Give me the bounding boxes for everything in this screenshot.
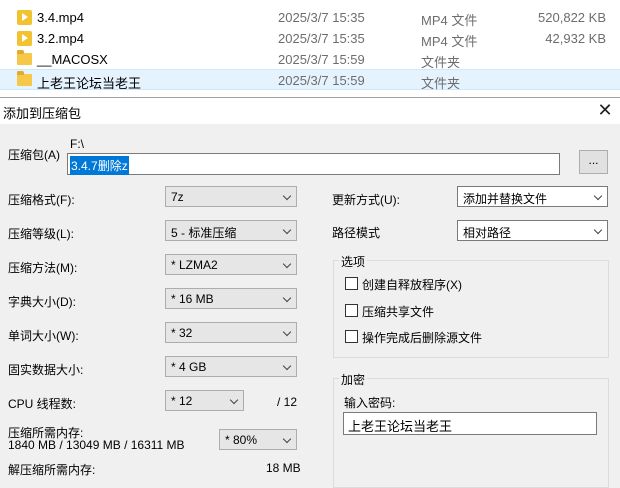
file-row-selected[interactable]: 上老王论坛当老王 2025/3/7 15:59 文件夹: [0, 69, 620, 91]
file-name: 上老王论坛当老王: [37, 76, 142, 91]
chevron-down-icon[interactable]: [284, 295, 291, 302]
options-group-title: 选项: [339, 253, 368, 270]
cpu-threads-value: * 12: [171, 394, 193, 408]
archive-name-selected-text[interactable]: 3.4.7删除z: [70, 156, 129, 175]
memory-usage-select[interactable]: * 80%: [219, 429, 297, 450]
chevron-down-icon[interactable]: [231, 397, 238, 404]
folder-icon: [17, 71, 32, 86]
sfx-checkbox-label[interactable]: 创建自释放程序(X): [362, 276, 462, 293]
cpu-threads-label: CPU 线程数:: [8, 397, 77, 411]
password-label: 输入密码:: [344, 396, 396, 410]
file-name: 3.4.mp4: [37, 10, 84, 25]
path-mode-select[interactable]: 相对路径: [457, 220, 608, 241]
folder-icon: [17, 50, 32, 65]
method-select[interactable]: * LZMA2: [165, 254, 297, 275]
browse-button[interactable]: ...: [579, 150, 608, 174]
file-row[interactable]: 3.2.mp4 2025/3/7 15:35 MP4 文件 42,932 KB: [0, 28, 620, 49]
level-value: 5 - 标准压缩: [171, 226, 237, 240]
chevron-down-icon[interactable]: [284, 227, 291, 234]
update-mode-value: 添加并替换文件: [463, 192, 548, 206]
file-row[interactable]: __MACOSX 2025/3/7 15:59 文件夹: [0, 49, 620, 70]
dict-size-select[interactable]: * 16 MB: [165, 288, 297, 309]
file-name: __MACOSX: [37, 52, 108, 67]
method-value: * LZMA2: [171, 258, 218, 272]
archive-label: 压缩包(A): [8, 148, 60, 162]
chevron-down-icon[interactable]: [284, 436, 291, 443]
memory-usage-value: * 80%: [225, 433, 258, 447]
sfx-checkbox[interactable]: [345, 277, 358, 290]
memory-detail: 1840 MB / 13049 MB / 16311 MB: [8, 438, 185, 452]
chevron-down-icon[interactable]: [284, 329, 291, 336]
format-label: 压缩格式(F):: [8, 193, 75, 207]
solid-size-label: 固实数据大小:: [8, 363, 84, 377]
cpu-threads-max: / 12: [277, 395, 298, 409]
chevron-down-icon[interactable]: [284, 363, 291, 370]
file-explorer-list: 3.4.mp4 2025/3/7 15:35 MP4 文件 520,822 KB…: [0, 0, 620, 97]
update-mode-select[interactable]: 添加并替换文件: [457, 186, 608, 207]
password-input-value: 上老王论坛当老王: [348, 419, 453, 434]
decompress-memory-label: 解压缩所需内存:: [8, 463, 96, 477]
path-mode-label: 路径模式: [332, 226, 381, 240]
word-size-label: 单词大小(W):: [8, 329, 79, 343]
video-file-icon: [17, 31, 32, 46]
word-size-value: * 32: [171, 326, 193, 340]
file-date: 2025/3/7 15:59: [278, 73, 365, 88]
close-button[interactable]: ✕: [590, 98, 620, 124]
level-select[interactable]: 5 - 标准压缩: [165, 220, 297, 241]
delete-after-checkbox-label[interactable]: 操作完成后删除源文件: [362, 329, 482, 346]
solid-size-select[interactable]: * 4 GB: [165, 356, 297, 377]
archive-name-combobox[interactable]: 3.4.7删除z: [67, 153, 560, 175]
solid-size-value: * 4 GB: [171, 360, 207, 374]
file-row[interactable]: 3.4.mp4 2025/3/7 15:35 MP4 文件 520,822 KB: [0, 7, 620, 28]
decompress-memory-value: 18 MB: [266, 461, 301, 475]
password-input[interactable]: 上老王论坛当老王: [343, 412, 597, 435]
format-value: 7z: [171, 190, 184, 204]
add-to-archive-dialog: 添加到压缩包 ✕ 压缩包(A) F:\ 3.4.7删除z ... 压缩格式(F)…: [0, 97, 620, 488]
cpu-threads-select[interactable]: * 12: [165, 390, 244, 411]
format-select[interactable]: 7z: [165, 186, 297, 207]
file-name: 3.2.mp4: [37, 31, 84, 46]
file-type: MP4 文件: [421, 34, 478, 49]
chevron-down-icon[interactable]: [595, 193, 602, 200]
shared-files-checkbox-label[interactable]: 压缩共享文件: [362, 303, 434, 320]
file-date: 2025/3/7 15:59: [278, 52, 365, 67]
dialog-title: 添加到压缩包: [3, 106, 82, 121]
chevron-down-icon[interactable]: [284, 193, 291, 200]
file-type: MP4 文件: [421, 13, 478, 28]
dict-size-value: * 16 MB: [171, 292, 214, 306]
word-size-select[interactable]: * 32: [165, 322, 297, 343]
dialog-titlebar: 添加到压缩包 ✕: [0, 98, 620, 124]
archive-path-text: F:\: [70, 137, 84, 151]
chevron-down-icon[interactable]: [284, 261, 291, 268]
file-size: 520,822 KB: [538, 10, 606, 25]
method-label: 压缩方法(M):: [8, 261, 78, 275]
video-file-icon: [17, 10, 32, 25]
file-date: 2025/3/7 15:35: [278, 31, 365, 46]
encryption-group-title: 加密: [339, 371, 368, 388]
file-type: 文件夹: [421, 76, 461, 91]
level-label: 压缩等级(L):: [8, 227, 75, 241]
delete-after-checkbox[interactable]: [345, 330, 358, 343]
shared-files-checkbox[interactable]: [345, 304, 358, 317]
file-size: 42,932 KB: [545, 31, 606, 46]
chevron-down-icon[interactable]: [595, 227, 602, 234]
file-date: 2025/3/7 15:35: [278, 10, 365, 25]
path-mode-value: 相对路径: [463, 226, 512, 240]
dict-size-label: 字典大小(D):: [8, 295, 76, 309]
update-mode-label: 更新方式(U):: [332, 193, 400, 207]
